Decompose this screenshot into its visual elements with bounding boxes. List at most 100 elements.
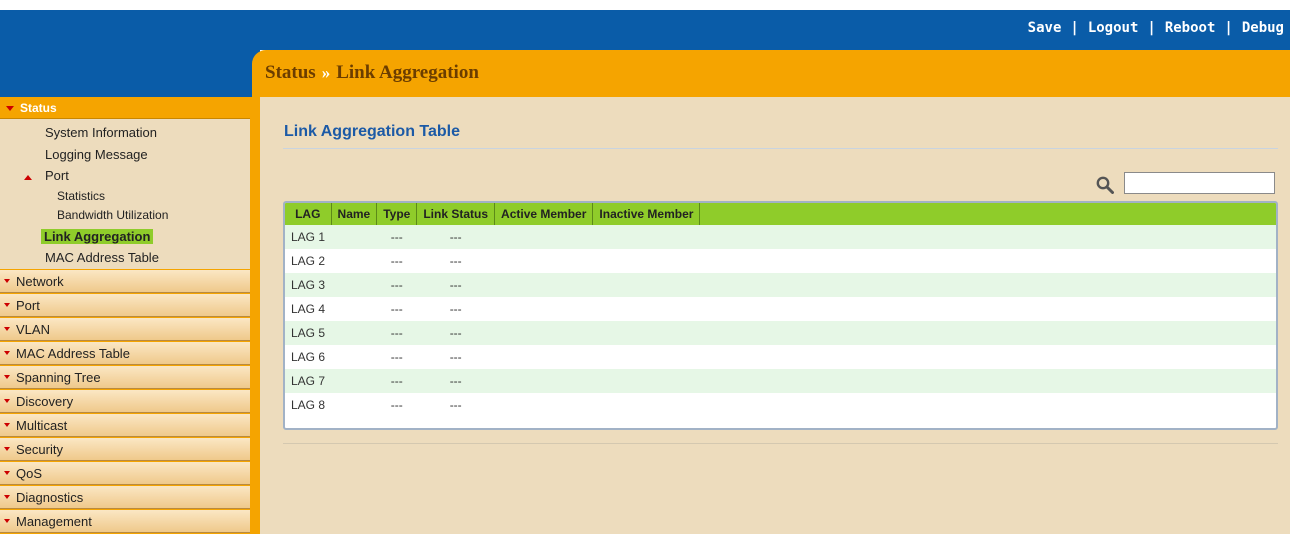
cell-inactive-member: [593, 249, 700, 273]
submenu-system-information[interactable]: System Information: [45, 125, 157, 140]
caret-down-icon: [4, 279, 10, 283]
status-submenu: System Information Logging Message Port …: [0, 119, 250, 269]
table-row[interactable]: LAG 8 --- ---: [285, 393, 1276, 417]
caret-down-icon: [4, 327, 10, 331]
divider: [283, 148, 1278, 149]
submenu-statistics[interactable]: Statistics: [57, 189, 105, 203]
submenu-port[interactable]: Port: [45, 168, 69, 183]
cell-inactive-member: [593, 273, 700, 297]
column-header-link-status[interactable]: Link Status: [416, 203, 496, 225]
sidebar-item-label: Port: [16, 298, 40, 313]
cell-lag: LAG 2: [291, 254, 326, 268]
debug-link[interactable]: Debug: [1242, 20, 1284, 36]
sidebar-item-vlan[interactable]: VLAN: [0, 318, 250, 341]
submenu-link-aggregation[interactable]: Link Aggregation: [41, 229, 154, 244]
link-separator: |: [1147, 20, 1156, 36]
reboot-link[interactable]: Reboot: [1165, 20, 1216, 36]
divider: [283, 443, 1278, 444]
caret-down-icon: [4, 447, 10, 451]
table-row[interactable]: LAG 6 --- ---: [285, 345, 1276, 369]
page-title-bar: Status » Link Aggregation: [252, 50, 1290, 97]
sidebar-item-label: Security: [16, 442, 63, 457]
sidebar-item-management[interactable]: Management: [0, 510, 250, 533]
column-header-active-member[interactable]: Active Member: [494, 203, 594, 225]
sidebar-item-label: Discovery: [16, 394, 74, 409]
sidebar-item-security[interactable]: Security: [0, 438, 250, 461]
column-header-lag[interactable]: LAG: [285, 203, 332, 225]
cell-name: [331, 369, 377, 393]
caret-down-icon: [4, 423, 10, 427]
breadcrumb-separator: »: [321, 63, 331, 82]
cell-filler: [700, 321, 1276, 345]
page-title: Status » Link Aggregation: [265, 62, 479, 84]
table-row[interactable]: LAG 5 --- ---: [285, 321, 1276, 345]
table-header-row: LAG Name Type Link Status Active Member …: [285, 203, 1276, 225]
save-link[interactable]: Save: [1028, 20, 1062, 36]
column-header-filler: [700, 203, 1276, 225]
cell-inactive-member: [593, 393, 700, 417]
sidebar-item-status[interactable]: Status: [0, 97, 250, 119]
cell-inactive-member: [593, 297, 700, 321]
cell-link-status: ---: [449, 278, 462, 292]
header-links: Save | Logout | Reboot | Debug: [1028, 20, 1284, 36]
sidebar-item-qos[interactable]: QoS: [0, 462, 250, 485]
search-input[interactable]: [1124, 172, 1275, 194]
cell-name: [331, 297, 377, 321]
cell-type: ---: [390, 350, 403, 364]
submenu-mac-address-table[interactable]: MAC Address Table: [45, 250, 159, 265]
sidebar-item-label: Multicast: [16, 418, 68, 433]
cell-type: ---: [390, 374, 403, 388]
submenu-logging-message[interactable]: Logging Message: [45, 147, 148, 162]
submenu-bandwidth-utilization[interactable]: Bandwidth Utilization: [57, 208, 168, 222]
section-title: Link Aggregation Table: [284, 123, 461, 140]
table-row[interactable]: LAG 4 --- ---: [285, 297, 1276, 321]
cell-filler: [700, 273, 1276, 297]
cell-lag: LAG 6: [291, 350, 326, 364]
sidebar-item-multicast[interactable]: Multicast: [0, 414, 250, 437]
cell-name: [331, 393, 377, 417]
search-icon[interactable]: [1096, 176, 1114, 194]
table-row[interactable]: LAG 7 --- ---: [285, 369, 1276, 393]
cell-lag: LAG 4: [291, 302, 326, 316]
column-header-name[interactable]: Name: [331, 203, 378, 225]
cell-lag: LAG 5: [291, 326, 326, 340]
table-row[interactable]: LAG 2 --- ---: [285, 249, 1276, 273]
sidebar-item-spanning-tree[interactable]: Spanning Tree: [0, 366, 250, 389]
column-header-inactive-member[interactable]: Inactive Member: [592, 203, 701, 225]
sidebar-item-mac-address-table[interactable]: MAC Address Table: [0, 342, 250, 365]
cell-type: ---: [390, 398, 403, 412]
column-header-type[interactable]: Type: [376, 203, 418, 225]
cell-name: [331, 321, 377, 345]
cell-inactive-member: [593, 225, 700, 249]
sidebar-item-discovery[interactable]: Discovery: [0, 390, 250, 413]
table-row[interactable]: LAG 1 --- ---: [285, 225, 1276, 249]
sidebar-item-port[interactable]: Port: [0, 294, 250, 317]
cell-link-status: ---: [449, 374, 462, 388]
cell-inactive-member: [593, 321, 700, 345]
cell-inactive-member: [593, 369, 700, 393]
cell-active-member: [495, 345, 593, 369]
table-row[interactable]: LAG 3 --- ---: [285, 273, 1276, 297]
cell-active-member: [495, 297, 593, 321]
logout-link[interactable]: Logout: [1088, 20, 1139, 36]
cell-filler: [700, 297, 1276, 321]
sidebar-header-area: [0, 50, 260, 97]
cell-link-status: ---: [449, 350, 462, 364]
sidebar-item-network[interactable]: Network: [0, 270, 250, 293]
sidebar-item-diagnostics[interactable]: Diagnostics: [0, 486, 250, 509]
link-separator: |: [1070, 20, 1079, 36]
caret-down-icon: [6, 106, 14, 111]
cell-name: [331, 345, 377, 369]
sidebar-item-label: VLAN: [16, 322, 50, 337]
link-separator: |: [1224, 20, 1233, 36]
caret-down-icon: [4, 495, 10, 499]
cell-link-status: ---: [449, 230, 462, 244]
cell-filler: [700, 225, 1276, 249]
cell-name: [331, 273, 377, 297]
cell-active-member: [495, 249, 593, 273]
cell-lag: LAG 1: [291, 230, 326, 244]
caret-up-icon: [24, 175, 32, 180]
cell-active-member: [495, 393, 593, 417]
breadcrumb-parent: Status: [265, 62, 316, 83]
sidebar-item-label: Diagnostics: [16, 490, 84, 505]
